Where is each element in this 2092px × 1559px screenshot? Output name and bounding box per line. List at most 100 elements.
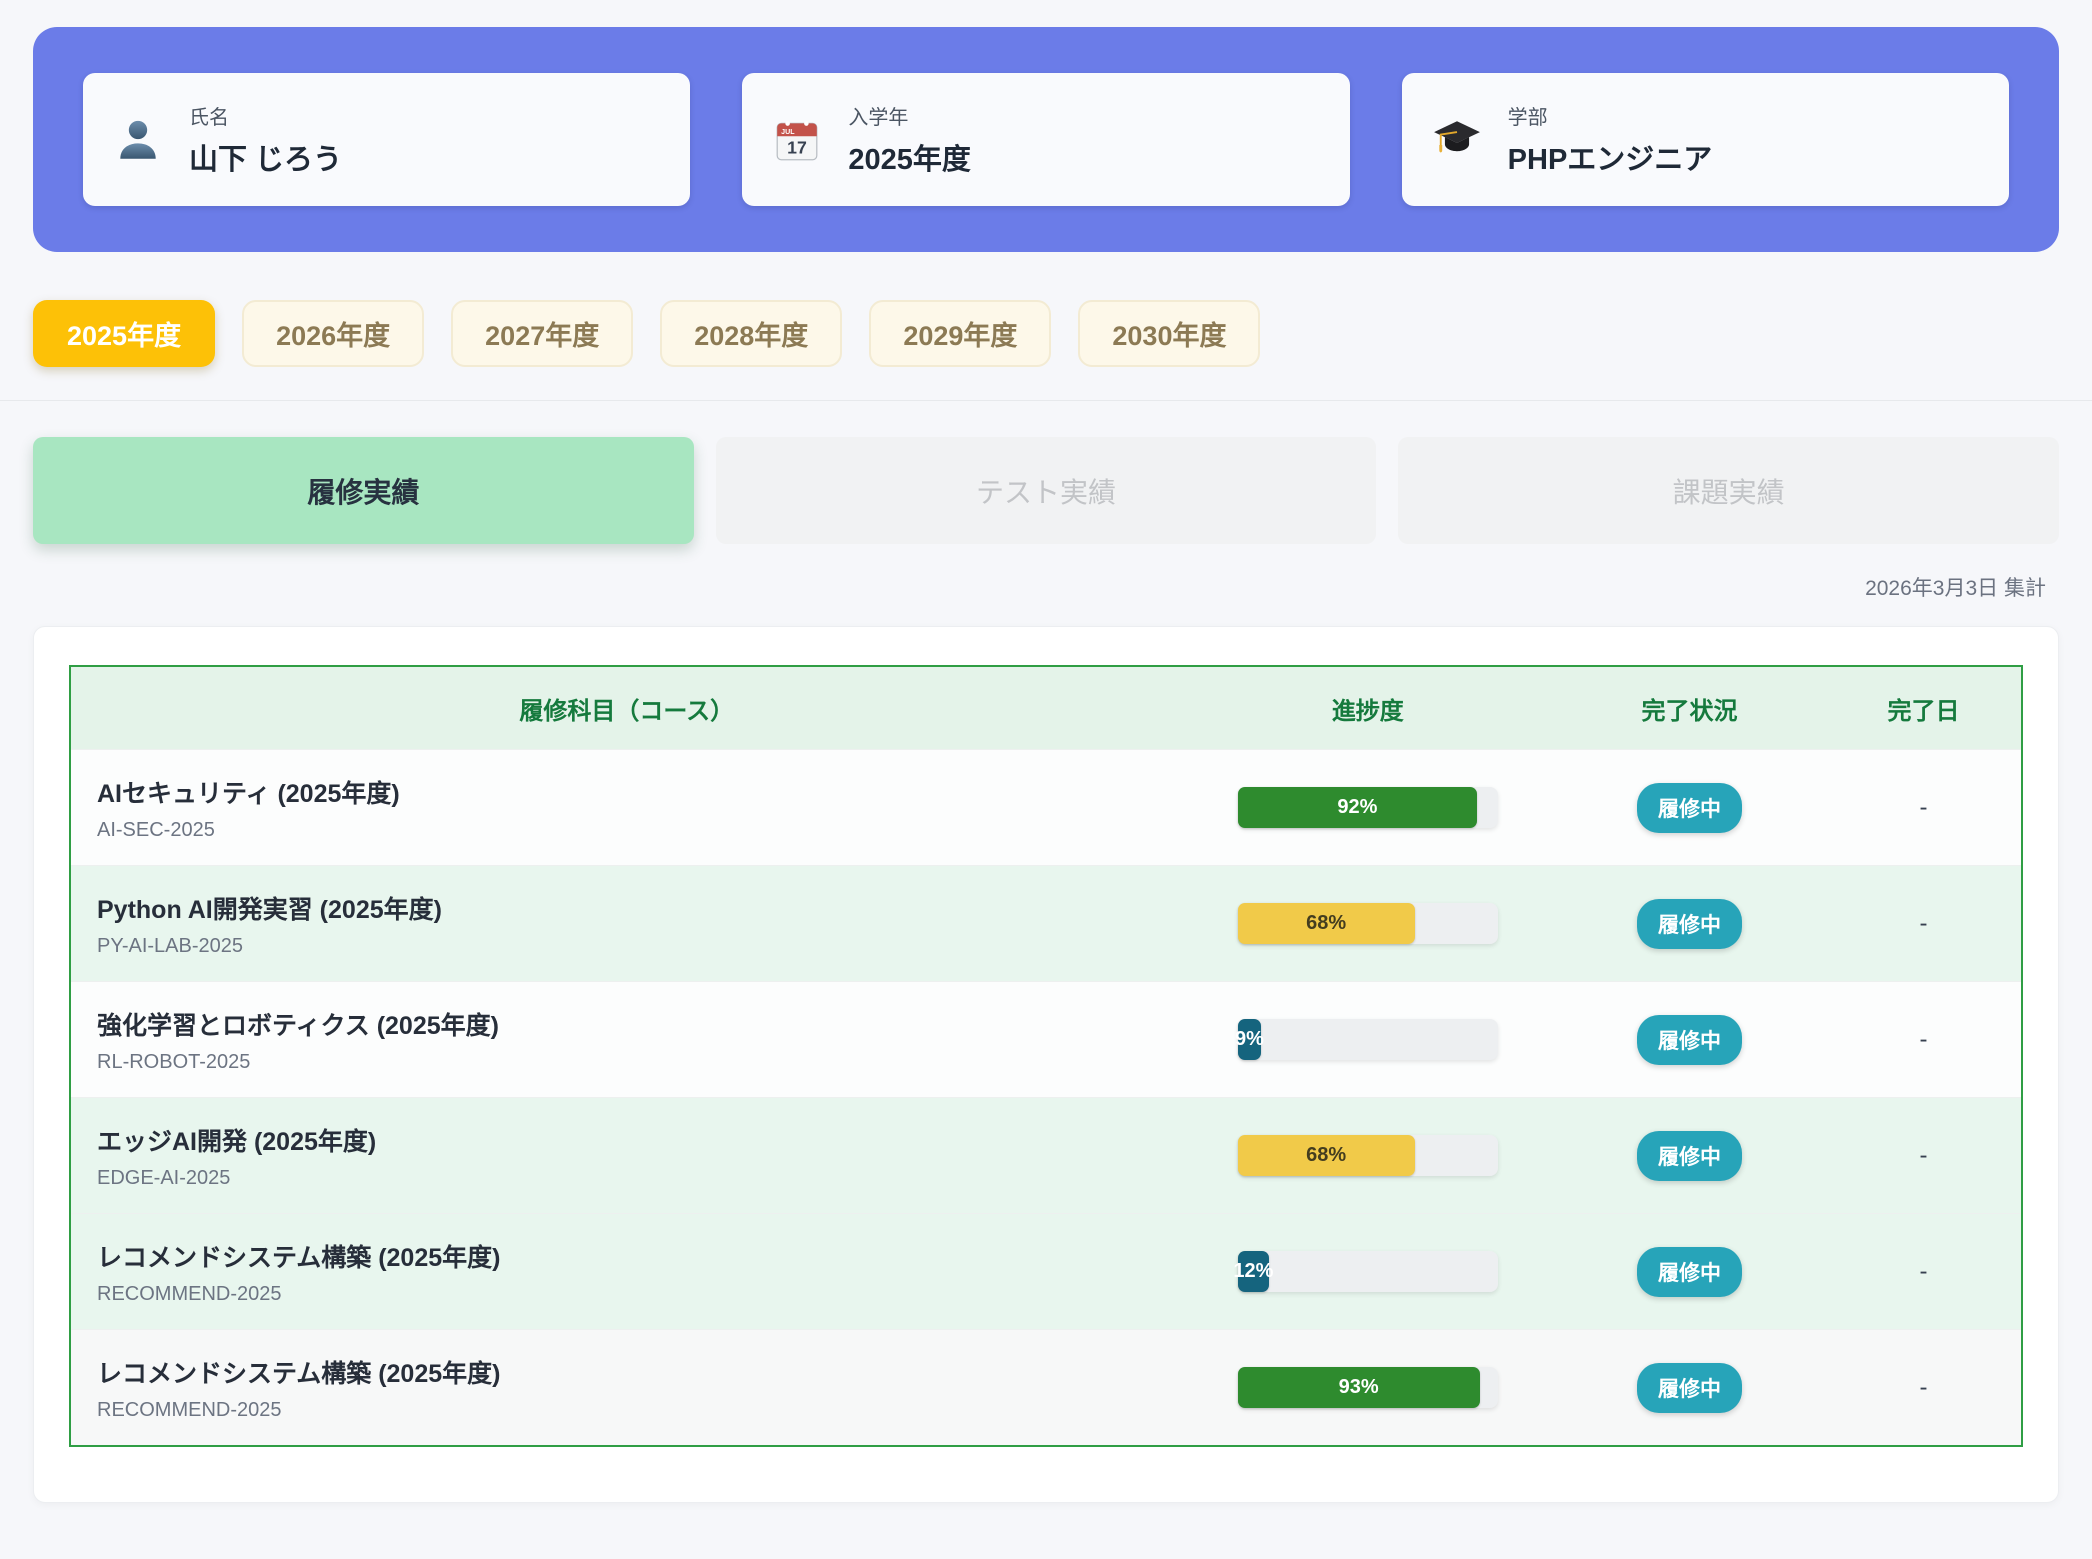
completion-date: - [1826,1142,2021,1170]
column-header-completion-date: 完了日 [1826,691,2021,726]
year-tab-2030年度[interactable]: 2030年度 [1078,300,1260,367]
course-table: 履修科目（コース）進捗度完了状況完了日 AIセキュリティ (2025年度) AI-… [69,665,2023,1447]
course-code: RECOMMEND-2025 [97,1399,1183,1422]
course-name: エッジAI開発 (2025年度) [97,1122,1183,1158]
status-badge: 履修中 [1637,899,1742,949]
calendar-icon: JUL 17 [772,115,822,165]
table-header: 履修科目（コース）進捗度完了状況完了日 [71,667,2021,749]
progress-cell: 9% [1183,1019,1554,1060]
progress-bar-fill: 93% [1238,1367,1480,1408]
graduation-cap-icon [1432,115,1482,165]
year-tab-2027年度[interactable]: 2027年度 [451,300,633,367]
status-badge: 履修中 [1637,1131,1742,1181]
progress-cell: 12% [1183,1251,1554,1292]
timestamp-row: 2026年3月3日 集計 [33,572,2046,602]
course-cell: AIセキュリティ (2025年度) AI-SEC-2025 [71,774,1183,842]
table-row: Python AI開発実習 (2025年度) PY-AI-LAB-2025 68% 履… [71,865,2021,981]
progress-bar-track: 68% [1238,903,1498,944]
progress-bar-fill: 9% [1238,1019,1261,1060]
progress-bar-fill: 12% [1238,1251,1269,1292]
table-row: 強化学習とロボティクス (2025年度) RL-ROBOT-2025 9% 履修中 - [71,981,2021,1097]
progress-bar-fill: 92% [1238,787,1477,828]
status-cell: 履修中 [1553,899,1826,949]
course-name: 強化学習とロボティクス (2025年度) [97,1006,1183,1042]
progress-bar-track: 92% [1238,787,1498,828]
info-card-text: 氏名山下 じろう [189,101,342,178]
status-cell: 履修中 [1553,783,1826,833]
info-card-enrollment-year: JUL 17 入学年 2025年度 [742,73,1349,206]
status-cell: 履修中 [1553,1131,1826,1181]
table-body: AIセキュリティ (2025年度)AI-SEC-202592%履修中-Pytho… [71,749,2021,1445]
course-code: RECOMMEND-2025 [97,1283,1183,1306]
info-card-label: 入学年 [848,101,971,130]
column-header-status: 完了状況 [1553,691,1826,726]
status-cell: 履修中 [1553,1247,1826,1297]
course-cell: レコメンドシステム構築 (2025年度) RECOMMEND-2025 [71,1354,1183,1422]
info-card-value: PHPエンジニア [1508,136,1713,178]
info-card-text: 学部 PHPエンジニア [1508,101,1713,178]
tab-test-results[interactable]: テスト実績 [716,437,1377,544]
course-cell: エッジAI開発 (2025年度) EDGE-AI-2025 [71,1122,1183,1190]
tab-course-results[interactable]: 履修実績 [33,437,694,544]
column-header-course: 履修科目（コース） [71,691,1183,726]
svg-text:17: 17 [787,137,807,157]
progress-cell: 68% [1183,1135,1554,1176]
person-icon [113,115,163,165]
status-badge: 履修中 [1637,783,1742,833]
course-name: レコメンドシステム構築 (2025年度) [97,1354,1183,1390]
table-row: レコメンドシステム構築 (2025年度) RECOMMEND-2025 12% 履修中… [71,1213,2021,1329]
svg-text:JUL: JUL [781,127,795,135]
status-badge: 履修中 [1637,1247,1742,1297]
info-card-faculty: 学部 PHPエンジニア [1402,73,2009,206]
year-tab-2025年度[interactable]: 2025年度 [33,300,215,367]
progress-cell: 68% [1183,903,1554,944]
progress-bar-track: 9% [1238,1019,1498,1060]
student-info-banner: 氏名山下 じろう JUL 17 入学年 2025年度 学部 PHPエンジニア [33,27,2059,252]
results-card: 履修科目（コース）進捗度完了状況完了日 AIセキュリティ (2025年度) AI-… [33,626,2059,1503]
info-card-label: 学部 [1508,101,1713,130]
table-row: レコメンドシステム構築 (2025年度) RECOMMEND-2025 93% 履修中… [71,1329,2021,1445]
category-tabs: 履修実績テスト実績課題実績 [33,437,2059,544]
year-tab-2029年度[interactable]: 2029年度 [869,300,1051,367]
course-code: PY-AI-LAB-2025 [97,935,1183,958]
course-cell: Python AI開発実習 (2025年度) PY-AI-LAB-2025 [71,890,1183,958]
course-name: Python AI開発実習 (2025年度) [97,890,1183,926]
student-dashboard: 氏名山下 じろう JUL 17 入学年 2025年度 学部 PHPエンジニア 202… [0,27,2092,1503]
completion-date: - [1826,910,2021,938]
completion-date: - [1826,794,2021,822]
info-card-name: 氏名山下 じろう [83,73,690,206]
course-code: EDGE-AI-2025 [97,1167,1183,1190]
completion-date: - [1826,1374,2021,1402]
table-row: AIセキュリティ (2025年度) AI-SEC-2025 92% 履修中 - [71,749,2021,865]
year-tab-2028年度[interactable]: 2028年度 [660,300,842,367]
info-card-value: 2025年度 [848,136,971,178]
course-name: レコメンドシステム構築 (2025年度) [97,1238,1183,1274]
course-cell: レコメンドシステム構築 (2025年度) RECOMMEND-2025 [71,1238,1183,1306]
status-badge: 履修中 [1637,1015,1742,1065]
progress-cell: 93% [1183,1367,1554,1408]
status-cell: 履修中 [1553,1015,1826,1065]
course-code: RL-ROBOT-2025 [97,1051,1183,1074]
course-cell: 強化学習とロボティクス (2025年度) RL-ROBOT-2025 [71,1006,1183,1074]
progress-bar-fill: 68% [1238,1135,1415,1176]
progress-cell: 92% [1183,787,1554,828]
progress-bar-fill: 68% [1238,903,1415,944]
completion-date: - [1826,1026,2021,1054]
aggregation-date: 2026年3月3日 集計 [1865,577,2046,600]
progress-bar-track: 12% [1238,1251,1498,1292]
progress-bar-track: 68% [1238,1135,1498,1176]
column-header-progress: 進捗度 [1183,691,1554,726]
course-code: AI-SEC-2025 [97,819,1183,842]
info-card-label: 氏名 [189,101,342,130]
info-card-value: 山下 じろう [189,136,342,178]
tab-assignment-results[interactable]: 課題実績 [1398,437,2059,544]
year-tab-2026年度[interactable]: 2026年度 [242,300,424,367]
table-row: エッジAI開発 (2025年度) EDGE-AI-2025 68% 履修中 - [71,1097,2021,1213]
year-tabs: 2025年度 2026年度 2027年度 2028年度 2029年度 2030年度 [0,252,2092,401]
completion-date: - [1826,1258,2021,1286]
status-cell: 履修中 [1553,1363,1826,1413]
info-card-text: 入学年 2025年度 [848,101,971,178]
progress-bar-track: 93% [1238,1367,1498,1408]
status-badge: 履修中 [1637,1363,1742,1413]
course-name: AIセキュリティ (2025年度) [97,774,1183,810]
